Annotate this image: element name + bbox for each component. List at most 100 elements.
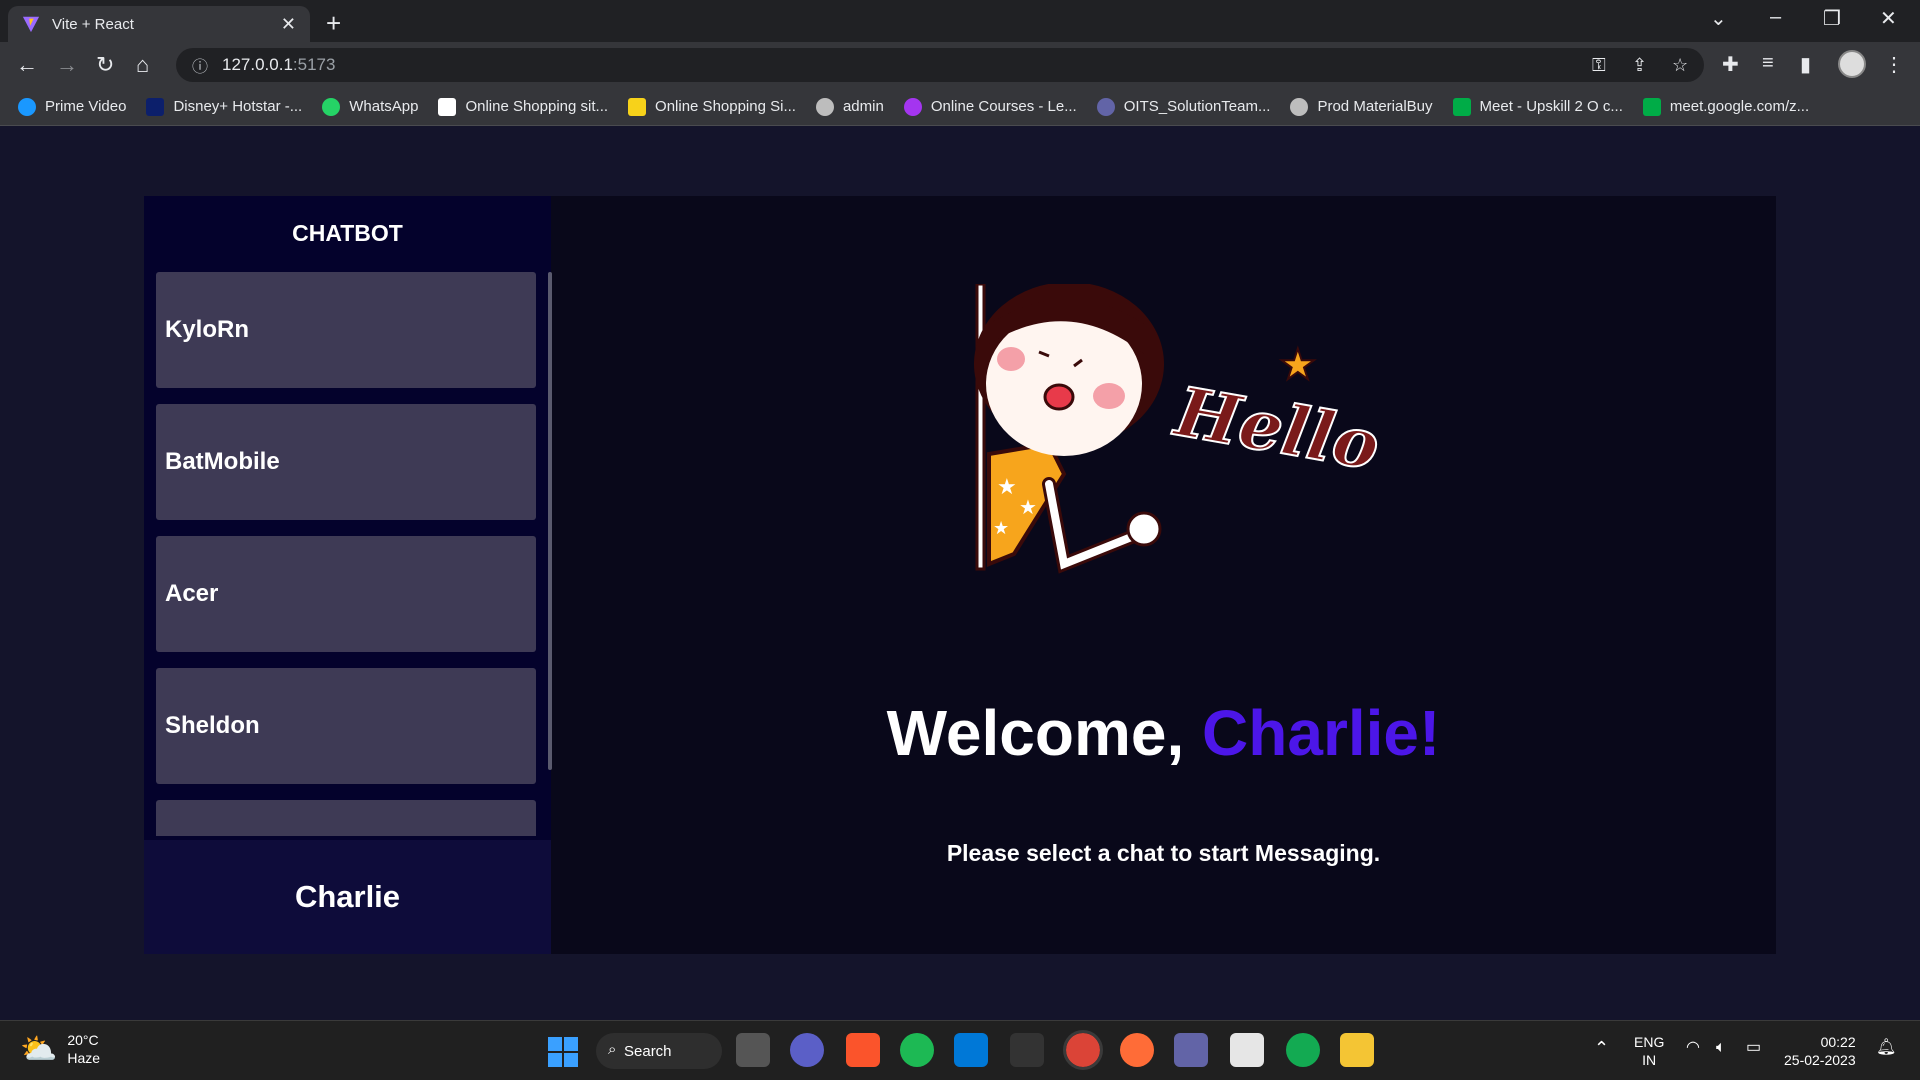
svg-text:★: ★ <box>1279 340 1317 389</box>
windows-start-icon[interactable] <box>548 1037 578 1067</box>
chat-item-name: Sheldon <box>165 712 260 739</box>
bookmark-item[interactable]: Meet - Upskill 2 O c... <box>1452 97 1623 116</box>
volume-icon[interactable]: 🔈︎ <box>1716 1039 1726 1057</box>
vscode-icon[interactable] <box>954 1033 988 1067</box>
chat-item-name: KyloRn <box>165 316 249 343</box>
restore-icon[interactable]: ❐ <box>1823 6 1841 31</box>
brave-browser-icon[interactable] <box>846 1033 880 1067</box>
minimize-icon[interactable]: – <box>1770 6 1781 29</box>
google-meet-icon <box>1452 97 1471 116</box>
chat-item-partial[interactable] <box>156 800 536 836</box>
os-taskbar: ⛅ 20°C Haze ⌕ Search ⌃ ENG IN ◠ 🔈︎ ▭ 00:… <box>0 1020 1920 1080</box>
bookmark-item[interactable]: admin <box>815 97 884 116</box>
bookmark-item[interactable]: Prime Video <box>18 97 126 116</box>
teams-taskbar-icon[interactable] <box>1174 1033 1208 1067</box>
bookmark-item[interactable]: Disney+ Hotstar -... <box>146 97 302 116</box>
browser-tab[interactable]: Vite + React ✕ <box>8 6 310 42</box>
bookmark-item[interactable]: Prod MaterialBuy <box>1290 97 1433 116</box>
bookmark-item[interactable]: meet.google.com/z... <box>1642 97 1809 116</box>
battery-icon[interactable]: ▭ <box>1746 1039 1761 1057</box>
globe-icon <box>1290 97 1309 116</box>
tab-title: Vite + React <box>52 15 134 33</box>
url-port: :5173 <box>292 55 336 74</box>
sidebar-title: CHATBOT <box>292 220 403 246</box>
profile-avatar[interactable] <box>1838 50 1866 78</box>
chat-item-batmobile[interactable]: BatMobile <box>156 404 536 520</box>
vite-logo-icon <box>22 16 40 33</box>
url-host: 127.0.0.1 <box>222 55 293 74</box>
bookmark-item[interactable]: OITS_SolutionTeam... <box>1096 97 1270 116</box>
hello-girl-illustration: ★ ★ ★ ★ Hello <box>974 284 1386 574</box>
weather-temperature: 20°C <box>67 1032 99 1048</box>
chat-item-sheldon[interactable]: Sheldon <box>156 668 536 784</box>
microsoft-store-icon[interactable] <box>1230 1033 1264 1067</box>
file-explorer-icon[interactable] <box>1340 1033 1374 1067</box>
mongodb-compass-icon[interactable] <box>1286 1033 1320 1067</box>
new-tab-icon[interactable]: + <box>326 8 341 39</box>
svg-text:★: ★ <box>1019 495 1037 519</box>
back-icon[interactable]: ← <box>16 52 38 78</box>
wifi-icon[interactable]: ◠ <box>1686 1039 1700 1057</box>
site-info-icon[interactable]: ⓘ <box>192 53 208 77</box>
password-key-icon[interactable]: ⚿ <box>1592 55 1606 76</box>
chat-app: CHATBOT KyloRn BatMobile Acer Sheldon Ch… <box>144 196 1776 954</box>
chrome-icon[interactable] <box>1063 1030 1103 1070</box>
current-user-name: Charlie <box>294 879 401 914</box>
chat-item-acer[interactable]: Acer <box>156 536 536 652</box>
forward-icon[interactable]: → <box>56 52 78 78</box>
side-panel-icon[interactable]: ▮ <box>1800 52 1811 77</box>
amazon-icon <box>438 97 457 116</box>
welcome-heading: Welcome, Charlie! <box>551 696 1776 770</box>
browser-toolbar: ← → ↻ ⌂ ⓘ 127.0.0.1 :5173 ⚿ ⇪ ☆ ✚ ≡ ▮ ⋮ <box>0 42 1920 88</box>
bookmarks-bar: Prime Video Disney+ Hotstar -... WhatsAp… <box>0 88 1920 126</box>
close-window-icon[interactable]: ✕ <box>1880 6 1897 31</box>
spotify-icon[interactable] <box>900 1033 934 1067</box>
select-chat-hint: Please select a chat to start Messaging. <box>946 840 1381 866</box>
chat-list[interactable]: KyloRn BatMobile Acer Sheldon <box>156 272 536 836</box>
chat-item-name: BatMobile <box>165 448 280 475</box>
terminal-icon[interactable] <box>1010 1033 1044 1067</box>
reload-icon[interactable]: ↻ <box>96 52 114 78</box>
share-icon[interactable]: ⇪ <box>1632 55 1647 76</box>
taskbar-search[interactable]: ⌕ Search <box>596 1033 722 1069</box>
weather-condition: Haze <box>67 1050 101 1066</box>
task-view-icon[interactable] <box>736 1033 770 1067</box>
menu-icon[interactable]: ⋮ <box>1884 52 1904 77</box>
weather-widget[interactable]: ⛅ 20°C Haze <box>20 1031 100 1067</box>
hotstar-icon <box>146 97 165 116</box>
chat-item-kylorn[interactable]: KyloRn <box>156 272 536 388</box>
extensions-icon[interactable]: ✚ <box>1722 52 1739 77</box>
hello-text: Hello <box>1168 372 1385 487</box>
globe-icon <box>815 97 834 116</box>
search-icon: ⌕ <box>608 1041 617 1058</box>
tab-search-icon[interactable]: ⌄ <box>1710 6 1727 31</box>
chat-app-icon[interactable] <box>790 1033 824 1067</box>
show-hidden-icons[interactable]: ⌃ <box>1594 1039 1609 1057</box>
chat-item-name: Acer <box>165 580 219 607</box>
close-tab-icon[interactable]: ✕ <box>281 14 296 35</box>
bookmark-item[interactable]: Online Shopping sit... <box>438 97 608 116</box>
google-meet-icon <box>1642 97 1661 116</box>
svg-text:★: ★ <box>993 518 1009 539</box>
language-indicator[interactable]: ENG IN <box>1634 1033 1664 1069</box>
postman-icon[interactable] <box>1120 1033 1154 1067</box>
browser-tabbar: Vite + React ✕ + ⌄ – ❐ ✕ <box>0 0 1920 42</box>
clock[interactable]: 00:22 25-02-2023 <box>1784 1033 1856 1069</box>
cloudy-weather-icon: ⛅ <box>20 1032 58 1066</box>
welcome-user-name: Charlie! <box>1202 697 1441 769</box>
prime-video-icon <box>18 97 36 116</box>
address-bar[interactable]: ⓘ 127.0.0.1 :5173 ⚿ ⇪ ☆ <box>176 48 1704 82</box>
welcome-panel: ★ ★ ★ ★ Hello Welcome, Charlie! Please s… <box>551 196 1776 954</box>
svg-text:★: ★ <box>997 475 1017 500</box>
teams-icon <box>1096 97 1115 116</box>
whatsapp-icon <box>322 97 341 116</box>
media-control-icon[interactable]: ≡ <box>1762 52 1774 75</box>
home-icon[interactable]: ⌂ <box>136 52 149 78</box>
udemy-icon <box>903 97 922 116</box>
welcome-prefix: Welcome, <box>886 697 1203 769</box>
bookmark-star-icon[interactable]: ☆ <box>1672 55 1688 76</box>
bookmark-item[interactable]: WhatsApp <box>322 97 418 116</box>
bookmark-item[interactable]: Online Courses - Le... <box>903 97 1077 116</box>
bookmark-item[interactable]: Online Shopping Si... <box>628 97 796 116</box>
notification-bell-icon[interactable]: 🔔︎ <box>1876 1039 1896 1057</box>
